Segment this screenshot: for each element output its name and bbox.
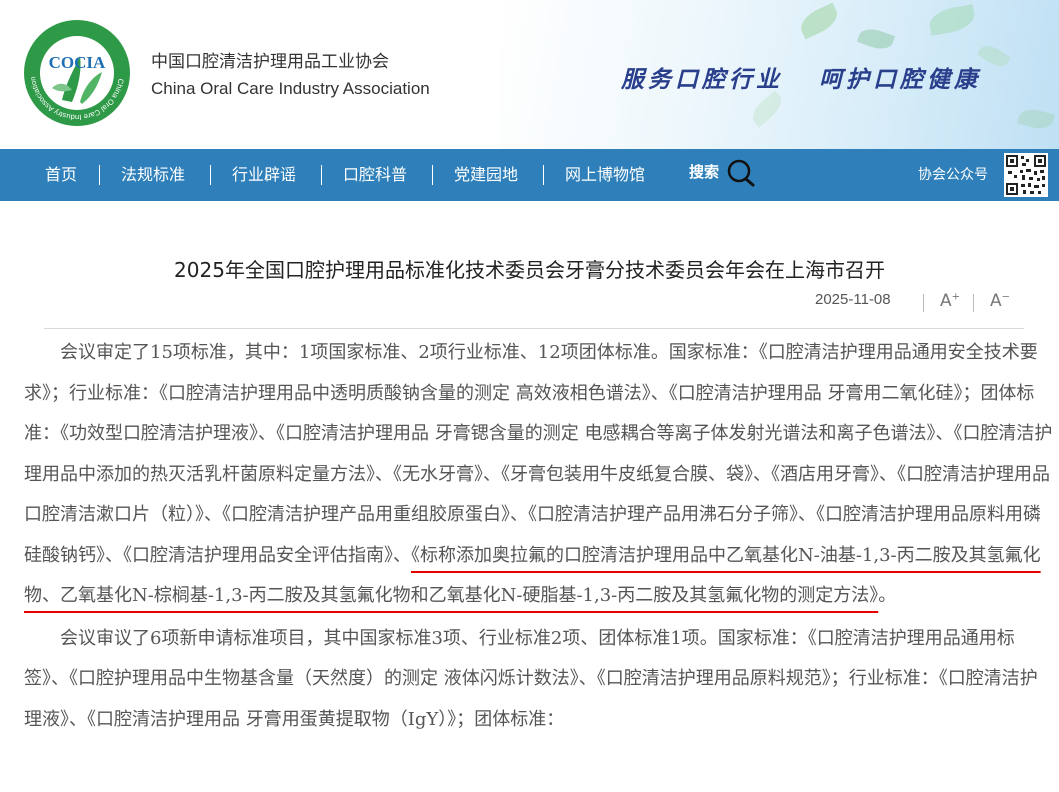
nav-divider xyxy=(432,165,433,185)
main-nav: 首页 法规标准 行业辟谣 口腔科普 党建园地 网上博物馆 搜索 协会公众号 xyxy=(0,149,1059,201)
font-decrease-button[interactable]: A− xyxy=(990,291,1010,311)
leaf-decoration xyxy=(927,4,977,36)
cocia-logo[interactable]: China Oral Care Industry Association COC… xyxy=(22,18,132,128)
font-increase-button[interactable]: A+ xyxy=(940,291,960,311)
paragraph-text: 会议审议了6项新申请标准项目，其中国家标准3项、行业标准2项、团体标准1项。国家… xyxy=(24,627,1038,730)
nav-item-science[interactable]: 口腔科普 xyxy=(343,149,407,201)
nav-item-museum[interactable]: 网上博物馆 xyxy=(565,149,645,201)
org-name-cn: 中国口腔清洁护理用品工业协会 xyxy=(151,52,389,72)
nav-divider xyxy=(321,165,322,185)
paragraph-text: 会议审定了15项标准，其中：1项国家标准、2项行业标准、12项团体标准。国家标准… xyxy=(24,342,1059,566)
leaf-decoration xyxy=(747,90,787,128)
nav-item-party[interactable]: 党建园地 xyxy=(454,149,518,201)
meta-divider xyxy=(973,294,974,312)
nav-divider xyxy=(99,165,100,185)
leaf-decoration xyxy=(856,24,896,54)
font-decrease-label: A xyxy=(990,291,1002,311)
search-icon xyxy=(728,159,755,186)
nav-divider xyxy=(210,165,211,185)
search-label: 搜索 xyxy=(689,163,720,181)
leaf-decoration xyxy=(1017,105,1055,133)
wechat-label: 协会公众号 xyxy=(918,167,988,183)
nav-item-home[interactable]: 首页 xyxy=(45,149,77,201)
header-slogan: 服务口腔行业 呵护口腔健康 xyxy=(621,66,982,93)
nav-divider xyxy=(543,165,544,185)
leaf-decoration xyxy=(796,2,842,40)
article-title: 2025年全国口腔护理用品标准化技术委员会牙膏分技术委员会年会在上海市召开 xyxy=(174,258,885,282)
org-name-en: China Oral Care Industry Association xyxy=(151,79,430,98)
leaf-decoration xyxy=(977,40,1011,72)
meta-divider xyxy=(923,294,924,312)
title-divider xyxy=(44,328,1024,329)
qr-code-icon[interactable] xyxy=(1004,153,1048,197)
article-paragraph: 会议审议了6项新申请标准项目，其中国家标准3项、行业标准2项、团体标准1项。国家… xyxy=(24,619,1054,741)
article-content: 会议审定了15项标准，其中：1项国家标准、2项行业标准、12项团体标准。国家标准… xyxy=(24,333,1059,741)
logo-text: COCIA xyxy=(49,53,106,72)
nav-item-regulations[interactable]: 法规标准 xyxy=(121,149,185,201)
nav-item-rumors[interactable]: 行业辟谣 xyxy=(232,149,296,201)
site-header: China Oral Care Industry Association COC… xyxy=(0,0,1059,149)
font-increase-label: A xyxy=(940,291,952,311)
search-button[interactable]: 搜索 xyxy=(689,149,756,201)
paragraph-tail: 。 xyxy=(878,585,897,606)
article-paragraph: 会议审定了15项标准，其中：1项国家标准、2项行业标准、12项团体标准。国家标准… xyxy=(24,333,1059,617)
publish-date: 2025-11-08 xyxy=(815,291,891,308)
